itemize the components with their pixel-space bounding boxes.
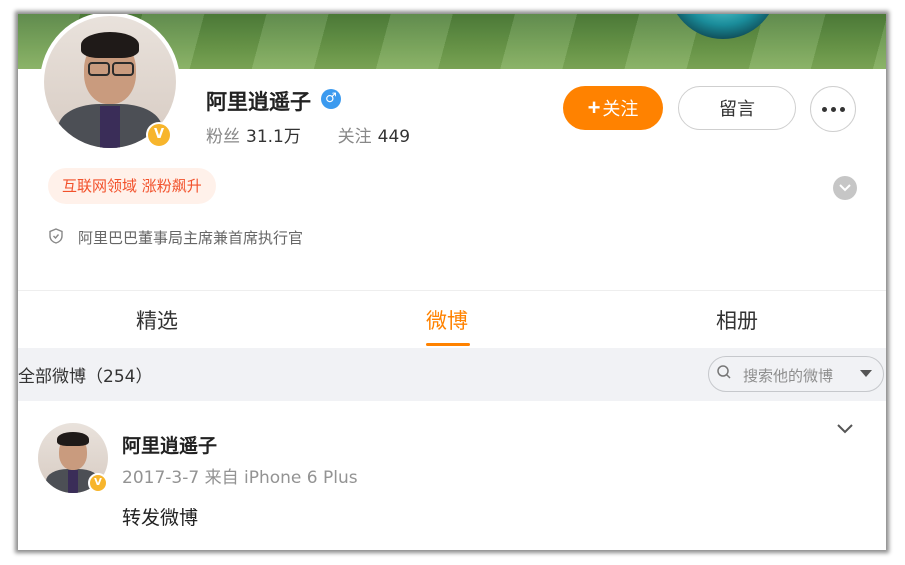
- tab-featured[interactable]: 精选: [136, 305, 178, 335]
- profile-tag[interactable]: 互联网领域 涨粉飙升: [48, 168, 216, 204]
- post-filter-bar: 全部微博（254） 搜索他的微博: [18, 348, 886, 401]
- post-card: V 阿里逍遥子 2017-3-7 来自 iPhone 6 Plus 转发微博: [18, 401, 886, 550]
- post-text: 转发微博: [122, 507, 199, 529]
- search-input[interactable]: 搜索他的微博: [708, 356, 884, 392]
- active-tab-indicator: [426, 343, 470, 346]
- banner-decoration: [668, 14, 778, 39]
- follow-button[interactable]: + 关注: [563, 86, 663, 130]
- profile-stats: 粉丝 31.1万 关注 449: [206, 122, 410, 147]
- profile-window: V 阿里逍遥子 ♂ 粉丝 31.1万 关注 449 + 关注 留言 互联网领域 涨粉…: [18, 14, 886, 550]
- verified-badge-icon: V: [88, 473, 108, 493]
- chevron-down-icon[interactable]: [836, 423, 854, 435]
- gender-male-icon: ♂: [321, 89, 341, 109]
- chevron-down-icon[interactable]: [833, 176, 857, 200]
- shield-icon: [49, 228, 63, 244]
- tab-album[interactable]: 相册: [716, 305, 758, 335]
- job-title: 阿里巴巴董事局主席兼首席执行官: [78, 229, 304, 247]
- following-label[interactable]: 关注: [338, 127, 372, 147]
- following-count[interactable]: 449: [378, 127, 410, 147]
- fans-label[interactable]: 粉丝: [206, 127, 240, 147]
- plus-icon: +: [587, 95, 601, 120]
- fans-count[interactable]: 31.1万: [246, 127, 301, 147]
- profile-tabs: 精选 微博 相册: [18, 290, 886, 349]
- more-dots-icon[interactable]: [810, 86, 856, 132]
- profile-name: 阿里逍遥子: [206, 90, 311, 114]
- tab-weibo[interactable]: 微博: [426, 305, 468, 335]
- post-author[interactable]: 阿里逍遥子: [122, 431, 217, 458]
- search-placeholder: 搜索他的微博: [743, 367, 834, 385]
- post-meta: 2017-3-7 来自 iPhone 6 Plus: [122, 468, 358, 488]
- caret-down-icon[interactable]: [860, 370, 872, 377]
- search-icon: [717, 365, 731, 379]
- message-button[interactable]: 留言: [678, 86, 796, 130]
- post-count: 全部微博（254）: [18, 367, 153, 387]
- verified-badge-icon: V: [146, 122, 172, 148]
- follow-label: 关注: [602, 99, 639, 119]
